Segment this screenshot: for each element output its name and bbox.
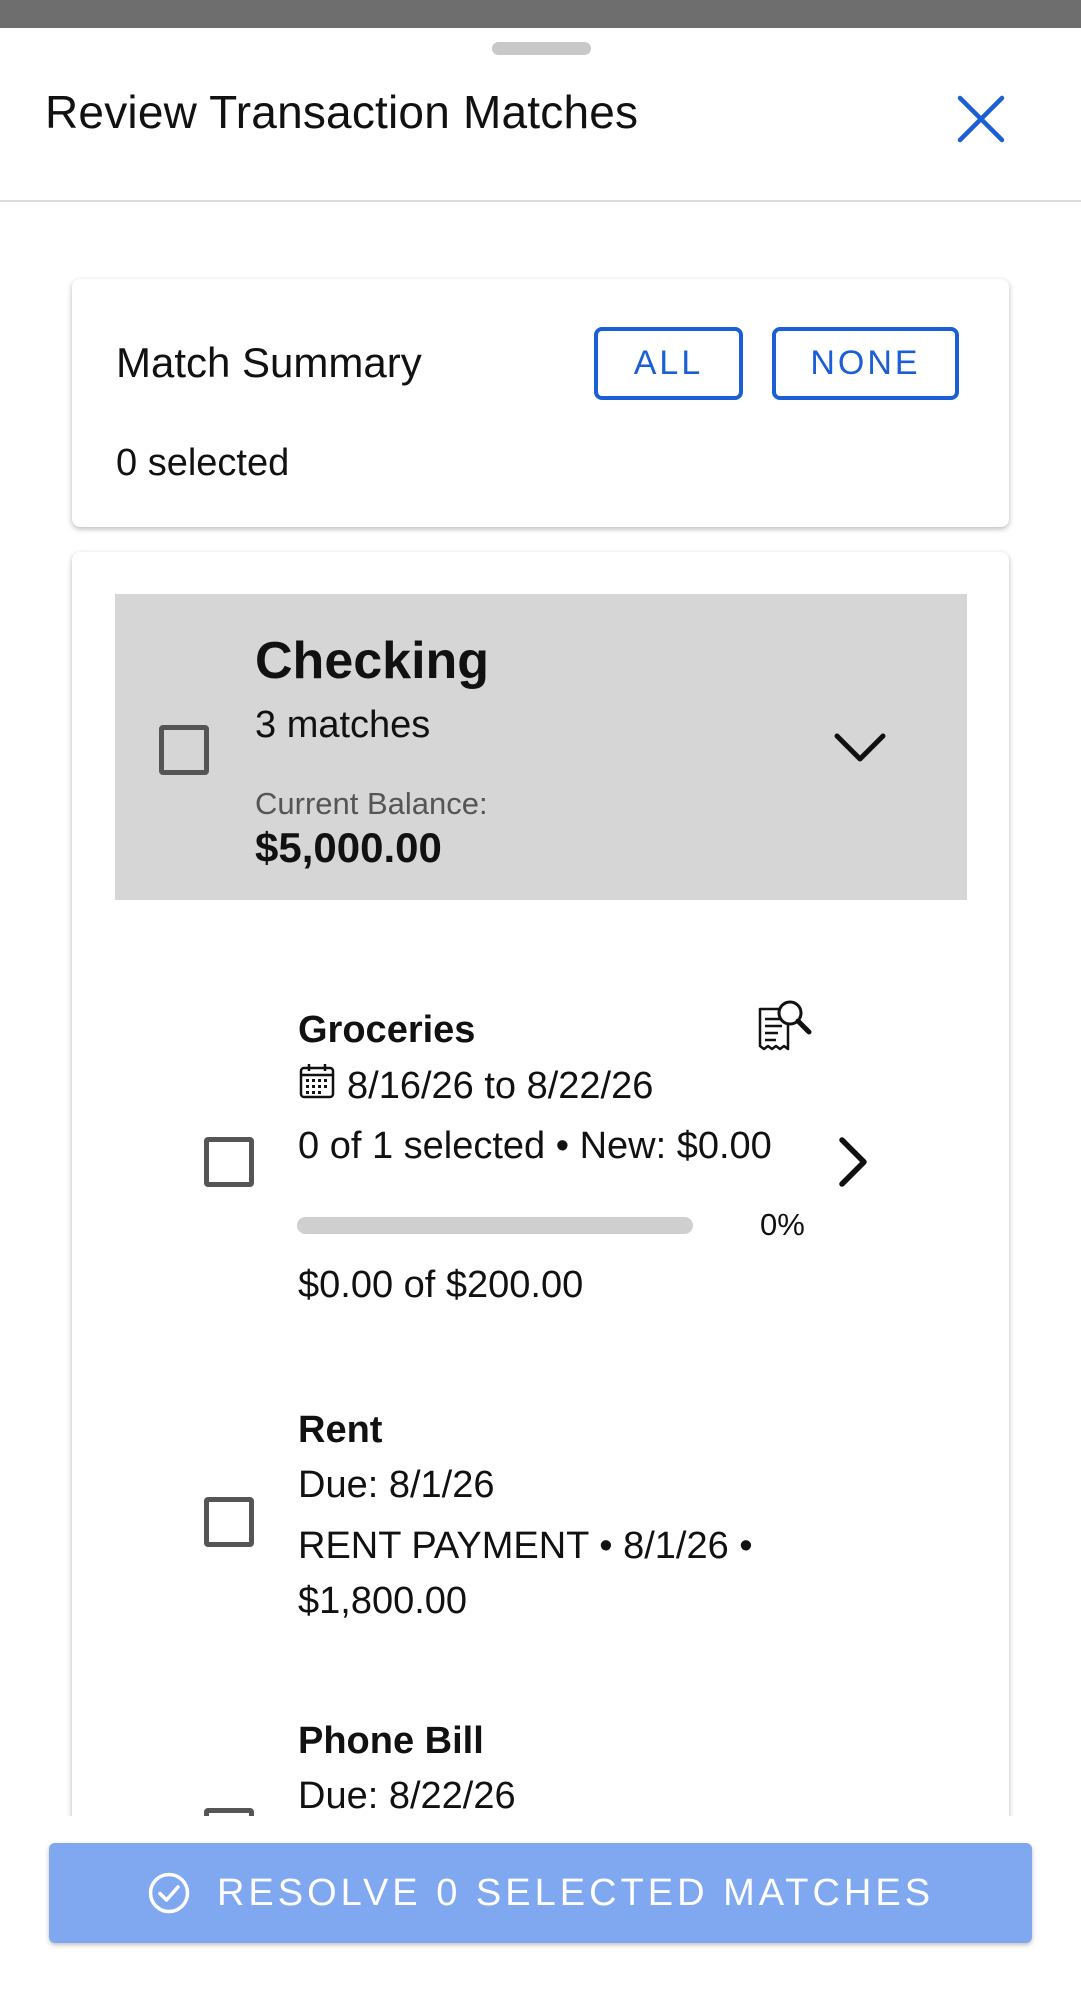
scroll-content[interactable]: Match Summary ALL NONE 0 selected Checki… <box>0 204 1081 1816</box>
selected-count: 0 selected <box>116 442 290 484</box>
receipt-search-button[interactable] <box>754 997 814 1057</box>
item-title-groceries: Groceries <box>298 1009 476 1051</box>
balance-label: Current Balance: <box>255 786 488 821</box>
item-title-rent: Rent <box>298 1409 383 1451</box>
check-circle-icon <box>148 1872 190 1914</box>
item-checkbox-rent[interactable] <box>204 1497 254 1547</box>
account-card: Checking 3 matches Current Balance: $5,0… <box>72 552 1009 1816</box>
item-title-phone-bill: Phone Bill <box>298 1720 484 1762</box>
select-all-button[interactable]: ALL <box>594 327 743 400</box>
item-date-range: 8/16/26 to 8/22/26 <box>347 1065 654 1107</box>
progress-percent: 0% <box>760 1207 805 1242</box>
balance-value: $5,000.00 <box>255 824 442 871</box>
account-match-count: 3 matches <box>255 704 431 746</box>
expand-account-button[interactable] <box>830 718 890 778</box>
item-match-amount: $1,800.00 <box>298 1580 468 1622</box>
account-header[interactable]: Checking 3 matches Current Balance: $5,0… <box>115 594 967 900</box>
open-item-button[interactable] <box>832 1132 872 1192</box>
close-button[interactable] <box>952 90 1010 148</box>
account-name: Checking <box>255 632 490 690</box>
select-none-button[interactable]: NONE <box>772 327 959 400</box>
page-title: Review Transaction Matches <box>45 86 639 138</box>
bottom-sheet: Review Transaction Matches Match Summary… <box>0 28 1081 1999</box>
budget-progress-bar <box>297 1217 693 1234</box>
item-amount: $0.00 of $200.00 <box>298 1264 584 1306</box>
footer: RESOLVE 0 SELECTED MATCHES <box>0 1816 1081 1999</box>
calendar-icon <box>298 1062 336 1100</box>
receipt-search-icon <box>758 1000 812 1051</box>
item-due-date: Due: 8/1/26 <box>298 1464 495 1506</box>
item-checkbox-groceries[interactable] <box>204 1137 254 1187</box>
chevron-right-icon <box>839 1137 867 1187</box>
chevron-down-icon <box>834 733 886 762</box>
item-match-detail: RENT PAYMENT • 8/1/26 • <box>298 1525 753 1567</box>
resolve-button-label: RESOLVE 0 SELECTED MATCHES <box>216 1871 935 1914</box>
status-bar <box>0 0 1081 28</box>
match-summary-card: Match Summary ALL NONE 0 selected <box>72 279 1009 527</box>
item-checkbox-phone-bill[interactable] <box>204 1808 254 1816</box>
item-selection-status: 0 of 1 selected • New: $0.00 <box>298 1125 772 1167</box>
resolve-matches-button[interactable]: RESOLVE 0 SELECTED MATCHES <box>49 1843 1032 1943</box>
close-icon <box>957 95 1005 143</box>
summary-title: Match Summary <box>116 339 422 386</box>
item-due-date: Due: 8/22/26 <box>298 1775 516 1816</box>
account-checkbox[interactable] <box>159 725 209 775</box>
sheet-header: Review Transaction Matches <box>0 28 1081 202</box>
